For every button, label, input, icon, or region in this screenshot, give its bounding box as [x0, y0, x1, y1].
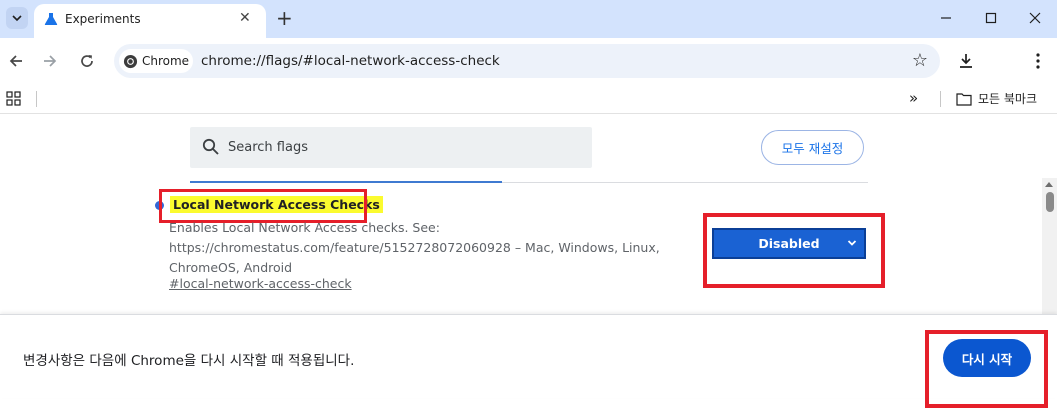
tab-title: Experiments: [65, 12, 141, 26]
chrome-logo-icon: [123, 54, 138, 68]
search-flags-input[interactable]: [226, 127, 586, 168]
scrollbar[interactable]: [1042, 178, 1057, 314]
forward-arrow-icon: [44, 55, 57, 67]
bookmarks-divider: [940, 91, 941, 107]
menu-button[interactable]: [1027, 50, 1049, 72]
back-arrow-icon: [9, 55, 22, 67]
minimize-icon: [941, 17, 951, 19]
flag-permalink[interactable]: #local-network-access-check: [169, 276, 352, 291]
all-bookmarks-button[interactable]: 모든 북마크: [956, 90, 1037, 107]
bookmarks-divider: [36, 91, 37, 107]
new-tab-button[interactable]: +: [276, 6, 293, 30]
flag-description: Enables Local Network Access checks. See…: [169, 220, 660, 275]
address-bar[interactable]: Chrome chrome://flags/#local-network-acc…: [114, 44, 940, 78]
browser-tab[interactable]: Experiments ✕: [34, 4, 266, 38]
chevron-down-icon: [12, 15, 22, 22]
tab-strip: Experiments ✕ +: [0, 0, 1057, 38]
more-bookmarks-chevron-icon[interactable]: »: [909, 89, 918, 107]
reset-all-button[interactable]: 모두 재설정: [761, 130, 864, 165]
forward-button[interactable]: [39, 50, 61, 72]
browser-toolbar: Chrome chrome://flags/#local-network-acc…: [0, 38, 1057, 84]
site-info-chip[interactable]: Chrome: [119, 49, 193, 73]
minimize-button[interactable]: [936, 8, 956, 28]
annotation-box-select: [703, 213, 885, 288]
annotation-box-restart: [925, 330, 1048, 408]
tab-search-button[interactable]: [6, 7, 28, 29]
bookmark-star-icon[interactable]: ☆: [912, 50, 928, 71]
flags-content: Local Network Access Checks Enables Loca…: [0, 183, 1042, 314]
search-icon: [202, 138, 219, 155]
search-box[interactable]: [190, 127, 592, 168]
close-tab-icon[interactable]: ✕: [239, 10, 251, 26]
bookmarks-bar: » 모든 북마크: [0, 84, 1057, 114]
downloads-button[interactable]: [955, 50, 977, 72]
scrollbar-thumb[interactable]: [1046, 192, 1054, 212]
scroll-up-arrow-icon[interactable]: [1045, 182, 1053, 187]
reload-icon: [81, 55, 93, 67]
more-vert-icon: [1036, 53, 1040, 69]
back-button[interactable]: [5, 50, 27, 72]
maximize-icon: [985, 12, 997, 24]
download-icon: [960, 54, 972, 68]
apps-grid-icon[interactable]: [6, 91, 21, 106]
reload-button[interactable]: [76, 50, 98, 72]
restart-footer: 변경사항은 다음에 Chrome을 다시 시작할 때 적용됩니다. 다시 시작: [0, 314, 1057, 408]
flags-header: 모두 재설정: [0, 115, 1057, 183]
chip-label: Chrome: [142, 54, 190, 68]
maximize-button[interactable]: [981, 8, 1001, 28]
close-window-button[interactable]: [1025, 8, 1045, 28]
folder-icon: [956, 92, 972, 106]
flask-icon: [44, 13, 58, 25]
close-icon: [1029, 12, 1041, 24]
restart-message: 변경사항은 다음에 Chrome을 다시 시작할 때 적용됩니다.: [23, 353, 355, 369]
url-text[interactable]: chrome://flags/#local-network-access-che…: [201, 53, 500, 69]
all-bookmarks-label: 모든 북마크: [978, 92, 1038, 106]
